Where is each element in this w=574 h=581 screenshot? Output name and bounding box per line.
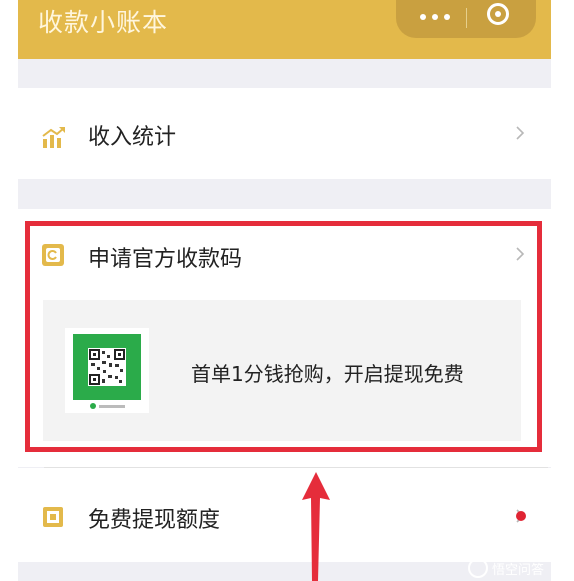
- app-header: 收款小账本: [18, 0, 551, 59]
- target-icon[interactable]: [487, 3, 509, 25]
- list-divider: [44, 467, 548, 468]
- watermark: 悟空问答: [468, 556, 572, 580]
- capsule-divider: [466, 8, 467, 28]
- arrow-up-icon: [302, 472, 330, 581]
- bar-chart-icon: [42, 127, 65, 148]
- ellipsis-icon[interactable]: [410, 5, 460, 29]
- notification-badge: [516, 511, 526, 521]
- app-title: 收款小账本: [38, 8, 169, 37]
- menu-item-income-stats[interactable]: 收入统计: [18, 88, 551, 179]
- watermark-text: 悟空问答: [492, 562, 545, 578]
- wallet-icon: [43, 507, 63, 527]
- mini-program-capsule: [396, 0, 536, 38]
- wukong-logo: [468, 558, 488, 578]
- menu-item-label: 收入统计: [88, 125, 177, 150]
- highlight-box: [25, 221, 542, 452]
- chevron-right-icon: [516, 126, 525, 140]
- menu-item-free-withdraw[interactable]: 免费提现额度: [18, 468, 551, 562]
- menu-item-label: 免费提现额度: [88, 508, 221, 533]
